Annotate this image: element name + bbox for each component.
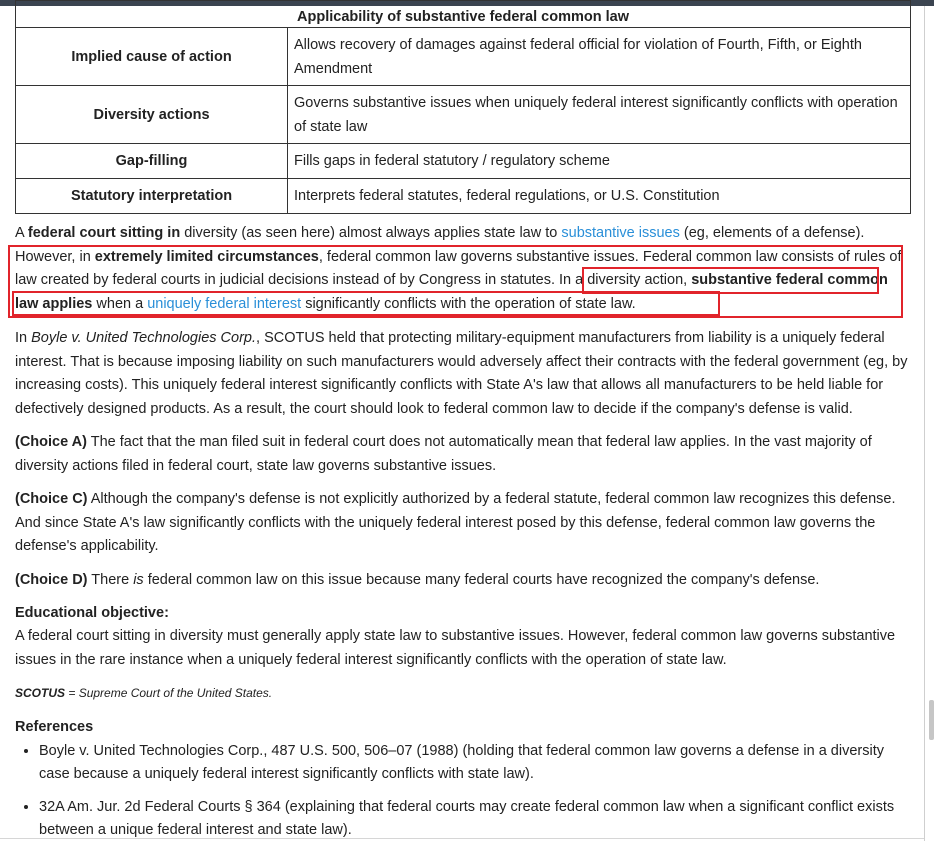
panel-bottom-border <box>0 838 924 839</box>
uniquely-federal-interest-link[interactable]: uniquely federal interest <box>147 296 301 312</box>
references-list: Boyle v. United Technologies Corp., 487 … <box>15 740 911 842</box>
abbreviation-term: SCOTUS <box>15 686 66 700</box>
text: In <box>15 330 32 346</box>
choice-label: (Choice C) <box>15 491 88 507</box>
text: There <box>87 571 134 588</box>
choice-a-explanation: (Choice A) The fact that the man filed s… <box>15 431 911 478</box>
abbreviation-definition: = Supreme Court of the United States. <box>65 686 273 700</box>
text: federal common law on this issue because… <box>143 571 820 588</box>
case-name: Boyle v. United Technologies Corp. <box>31 330 257 346</box>
table-row: Gap-filling Fills gaps in federal statut… <box>15 143 911 179</box>
bold-text: federal court sitting in <box>27 225 181 241</box>
references-heading: References <box>15 719 94 735</box>
educational-objective-heading: Educational objective: <box>15 605 169 621</box>
reference-item: 32A Am. Jur. 2d Federal Courts § 364 (ex… <box>39 796 911 842</box>
row-label: Implied cause of action <box>15 27 288 86</box>
row-description: Allows recovery of damages against feder… <box>287 27 911 86</box>
row-label: Statutory interpretation <box>15 178 288 214</box>
table-row: Implied cause of action Allows recovery … <box>15 27 911 86</box>
text: significantly conflicts with the operati… <box>301 295 636 312</box>
choice-c-explanation: (Choice C) Although the company's defens… <box>15 488 911 559</box>
text: A <box>15 225 28 241</box>
choice-label: (Choice D) <box>15 571 88 588</box>
educational-objective-text: A federal court sitting in diversity mus… <box>15 628 896 668</box>
scroll-track[interactable] <box>924 6 925 841</box>
text: Although the company's defense is not ex… <box>15 491 896 554</box>
table-caption: Applicability of substantive federal com… <box>15 0 911 28</box>
row-description: Interprets federal statutes, federal reg… <box>287 178 911 214</box>
scrollbar-thumb[interactable] <box>929 700 934 740</box>
explanation-content: A federal court sitting in diversity (as… <box>15 222 911 852</box>
substantive-issues-link[interactable]: substantive issues <box>561 225 679 241</box>
table-row: Statutory interpretation Interprets fede… <box>15 178 911 214</box>
row-description: Fills gaps in federal statutory / regula… <box>287 143 911 179</box>
reference-item: Boyle v. United Technologies Corp., 487 … <box>39 740 911 786</box>
bold-text: extremely limited circumstances <box>94 248 319 265</box>
row-label: Gap-filling <box>15 143 288 179</box>
text: diversity (as seen here) almost always a… <box>180 225 562 241</box>
explanation-paragraph: A federal court sitting in diversity (as… <box>15 222 911 316</box>
choice-label: (Choice A) <box>15 434 87 450</box>
emphasis: is <box>133 571 144 588</box>
table-row: Diversity actions Governs substantive is… <box>15 85 911 144</box>
boyle-paragraph: In Boyle v. United Technologies Corp., S… <box>15 327 911 421</box>
text: when a <box>92 295 148 312</box>
row-description: Governs substantive issues when uniquely… <box>287 85 911 144</box>
applicability-table: Applicability of substantive federal com… <box>15 0 911 214</box>
row-label: Diversity actions <box>15 85 288 144</box>
abbreviation-note: SCOTUS = Supreme Court of the United Sta… <box>15 683 911 703</box>
choice-d-explanation: (Choice D) There is federal common law o… <box>15 569 911 593</box>
text: The fact that the man filed suit in fede… <box>15 434 872 474</box>
